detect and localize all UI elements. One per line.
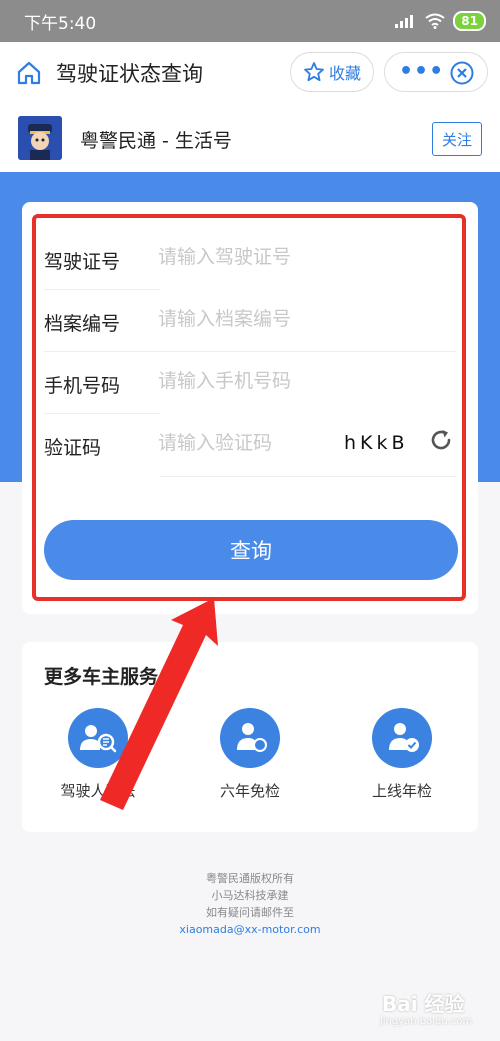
favorite-label: 收藏	[328, 64, 361, 83]
watermark-logo: Bai 经验	[382, 992, 465, 1016]
follow-button[interactable]: 关注	[432, 122, 482, 156]
service-label: 驾驶人违法	[60, 782, 136, 800]
person-badge-icon	[220, 708, 280, 768]
footer-copyright: 粤警民通版权所有	[206, 872, 294, 885]
miniapp-capsule: •••	[384, 52, 488, 92]
status-bar: 下午5:40 81	[0, 0, 500, 42]
service-driver-violation[interactable]: 驾驶人违法	[38, 708, 158, 801]
star-icon	[304, 62, 324, 82]
service-six-year-exempt[interactable]: 六年免检	[190, 708, 310, 801]
status-icons: 81	[395, 11, 486, 31]
highlight-box	[32, 214, 466, 601]
home-icon[interactable]	[16, 60, 42, 86]
favorite-button[interactable]: 收藏	[290, 52, 374, 92]
police-avatar-icon	[18, 116, 62, 160]
service-label: 上线年检	[371, 782, 432, 800]
services-title: 更多车主服务	[44, 666, 159, 688]
battery-indicator: 81	[453, 11, 486, 31]
footer: 粤警民通版权所有 小马达科技承建 如有疑问请邮件至 xiaomada@xx-mo…	[0, 870, 500, 938]
service-label: 六年免检	[219, 782, 280, 800]
status-time: 下午5:40	[24, 13, 97, 34]
signal-icon	[395, 15, 414, 28]
title-bar: 驾驶证状态查询 收藏 •••	[0, 42, 500, 104]
wifi-icon	[425, 13, 445, 29]
account-row: 粤警民通 - 生活号 关注	[0, 104, 500, 172]
service-online-inspection[interactable]: 上线年检	[342, 708, 462, 801]
services-card: 更多车主服务 驾驶人违法 六年免检 上线年检	[22, 642, 478, 832]
account-avatar	[18, 116, 62, 160]
footer-email-link[interactable]: xiaomada@xx-motor.com	[0, 921, 500, 938]
watermark-url: jingyan.baidu.com	[380, 1016, 473, 1027]
more-icon[interactable]: •••	[399, 59, 444, 84]
account-name: 粤警民通 - 生活号	[80, 130, 232, 152]
close-icon[interactable]	[449, 60, 475, 86]
footer-builder: 小马达科技承建	[211, 889, 289, 902]
person-check-icon	[372, 708, 432, 768]
footer-contact: 如有疑问请邮件至	[206, 906, 294, 919]
person-search-icon	[68, 708, 128, 768]
page-title: 驾驶证状态查询	[56, 62, 203, 86]
